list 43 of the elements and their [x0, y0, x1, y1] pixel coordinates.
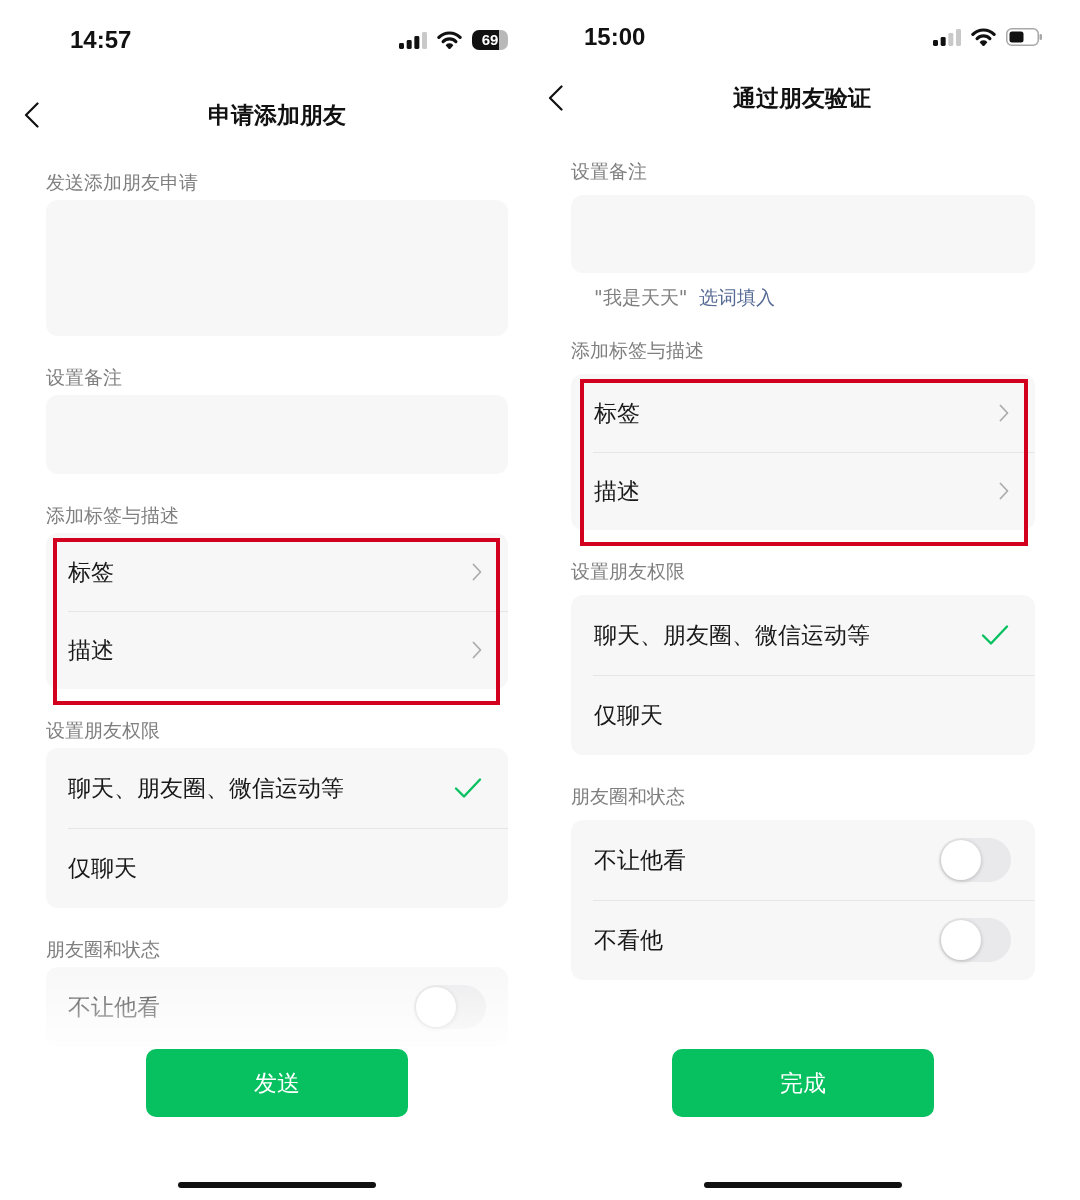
section-label: 设置朋友权限 [571, 559, 686, 583]
check-icon [981, 624, 1009, 646]
section-label: 朋友圈和状态 [571, 784, 686, 808]
section-label: 设置备注 [46, 365, 123, 389]
option-item[interactable]: 聊天、朋友圈、微信运动等 [571, 595, 1035, 675]
list-item[interactable]: 描述 [46, 611, 508, 689]
option-item[interactable]: 仅聊天 [46, 828, 508, 908]
hint-text: "我是天天" [594, 285, 688, 309]
page-title: 申请添加朋友 [208, 101, 346, 130]
wifi-icon [437, 31, 462, 49]
chevron-right-icon [472, 641, 482, 659]
setting-label: 不看他 [594, 925, 663, 955]
section-label: 设置备注 [571, 159, 648, 183]
toggle-switch[interactable] [939, 918, 1011, 962]
battery-indicator: 69 [472, 30, 508, 50]
setting-label: 不让他看 [68, 992, 160, 1022]
list-item[interactable]: 描述 [571, 452, 1035, 530]
fill-in-link[interactable]: 选词填入 [699, 285, 776, 309]
status-time: 14:57 [70, 28, 132, 52]
chevron-right-icon [472, 563, 482, 581]
status-time: 15:00 [584, 25, 646, 49]
setting-label: 不让他看 [594, 845, 686, 875]
signal-icon [399, 31, 427, 49]
page-title: 通过朋友验证 [733, 84, 871, 113]
section-label: 添加标签与描述 [46, 503, 180, 527]
list-item[interactable]: 标签 [571, 374, 1035, 452]
chevron-right-icon [999, 404, 1009, 422]
back-icon[interactable] [548, 85, 563, 111]
toggle-switch[interactable] [414, 985, 486, 1029]
back-icon[interactable] [24, 102, 39, 128]
section-label: 发送添加朋友申请 [46, 170, 199, 194]
section-label: 朋友圈和状态 [46, 937, 161, 961]
wifi-icon [971, 28, 996, 46]
option-item[interactable]: 仅聊天 [571, 675, 1035, 755]
section-label: 添加标签与描述 [571, 338, 705, 362]
signal-icon [933, 28, 961, 46]
toggle-switch[interactable] [939, 838, 1011, 882]
option-item[interactable]: 聊天、朋友圈、微信运动等 [46, 748, 508, 828]
battery-icon [1006, 28, 1042, 46]
list-item[interactable]: 标签 [46, 533, 508, 611]
section-label: 设置朋友权限 [46, 718, 161, 742]
chevron-right-icon [999, 482, 1009, 500]
check-icon [454, 777, 482, 799]
